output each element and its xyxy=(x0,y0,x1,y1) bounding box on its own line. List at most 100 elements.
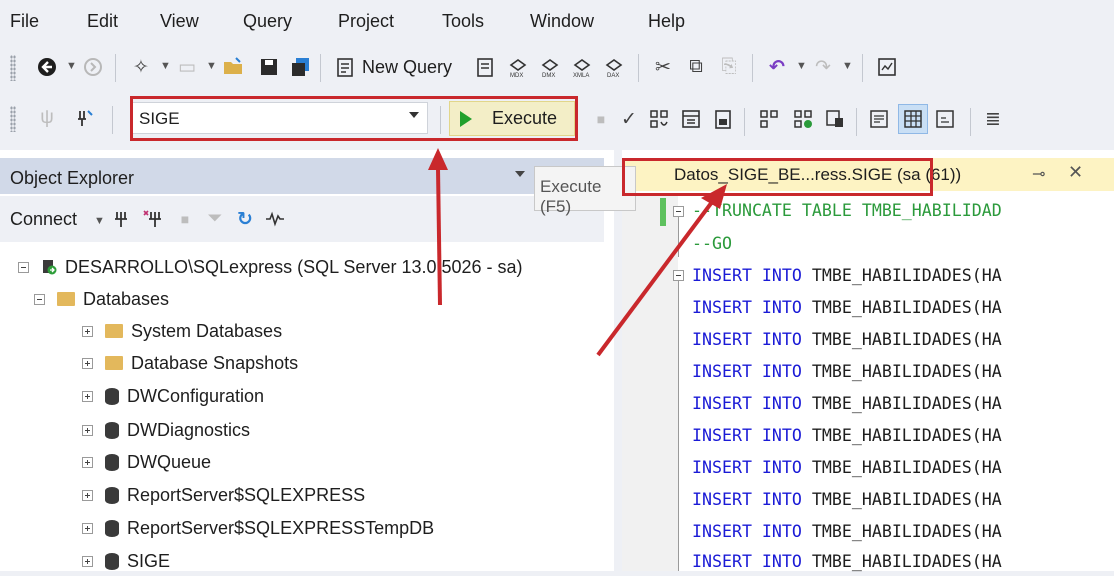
tree-item-label: ReportServer$SQLEXPRESSTempDB xyxy=(127,517,435,538)
paste-icon[interactable]: ⎘ xyxy=(716,54,742,80)
save-icon[interactable] xyxy=(256,54,282,80)
fold-toggle-icon[interactable] xyxy=(673,270,684,281)
connect-plug-icon[interactable] xyxy=(108,206,134,232)
svg-text:DAX: DAX xyxy=(607,73,619,78)
connect-icon[interactable]: ψ xyxy=(34,105,60,131)
back-dropdown-icon[interactable]: ▼ xyxy=(66,60,77,72)
display-estimated-plan-icon[interactable] xyxy=(646,106,672,132)
forward-icon[interactable] xyxy=(80,54,106,80)
results-to-file-icon[interactable] xyxy=(932,106,958,132)
change-connection-icon[interactable] xyxy=(72,105,98,131)
menu-edit[interactable]: Edit xyxy=(87,11,118,32)
chevron-down-icon[interactable] xyxy=(409,112,419,118)
copy-icon[interactable]: ⧉ xyxy=(683,54,709,80)
tree-item-dwconfiguration[interactable]: DWConfiguration xyxy=(82,381,264,411)
menu-window[interactable]: Window xyxy=(530,11,594,32)
redo-icon[interactable]: ↷ xyxy=(810,54,836,80)
menu-view[interactable]: View xyxy=(160,11,199,32)
activity-monitor-icon[interactable] xyxy=(262,206,288,232)
connect-dropdown-icon[interactable]: ▼ xyxy=(94,215,105,227)
stop-icon[interactable]: ■ xyxy=(172,206,198,232)
redo-dropdown-icon[interactable]: ▼ xyxy=(842,60,853,72)
tree-item-system-databases[interactable]: System Databases xyxy=(82,316,282,346)
execute-tooltip: Execute (F5) xyxy=(534,166,636,216)
filter-icon[interactable]: ⏷ xyxy=(202,206,228,232)
tree-item-databases[interactable]: Databases xyxy=(34,284,169,314)
xmla-query-icon[interactable]: XMLA xyxy=(569,54,595,80)
activity-monitor-icon[interactable] xyxy=(874,54,900,80)
menu-tools[interactable]: Tools xyxy=(442,11,484,32)
available-databases-select[interactable]: SIGE xyxy=(130,102,428,134)
add-item-dropdown-icon[interactable]: ▼ xyxy=(206,60,217,72)
expand-toggle-icon[interactable] xyxy=(82,325,93,337)
new-project-dropdown-icon[interactable]: ▼ xyxy=(160,60,171,72)
execute-button[interactable]: Execute xyxy=(449,101,575,136)
expand-toggle-icon[interactable] xyxy=(82,489,93,501)
live-query-statistics-icon[interactable] xyxy=(790,106,816,132)
database-engine-query-icon[interactable] xyxy=(472,54,498,80)
back-icon[interactable] xyxy=(34,54,60,80)
code-comment: --GO xyxy=(692,234,732,253)
save-all-icon[interactable] xyxy=(288,54,314,80)
tree-item-reportserver[interactable]: ReportServer$SQLEXPRESS xyxy=(82,480,365,510)
new-project-icon[interactable]: ✧ xyxy=(128,54,154,80)
close-icon[interactable]: ✕ xyxy=(1068,162,1083,183)
menu-query[interactable]: Query xyxy=(243,11,292,32)
comment-lines-icon[interactable]: ≣ xyxy=(980,106,1006,132)
expand-toggle-icon[interactable] xyxy=(82,357,93,369)
expand-toggle-icon[interactable] xyxy=(82,424,93,436)
tree-item-sige[interactable]: SIGE xyxy=(82,546,170,576)
connect-button[interactable]: Connect xyxy=(10,209,77,230)
undo-dropdown-icon[interactable]: ▼ xyxy=(796,60,807,72)
cut-icon[interactable]: ✂ xyxy=(650,54,676,80)
new-query-button[interactable]: New Query xyxy=(362,57,452,78)
parse-checkmark-icon[interactable]: ✓ xyxy=(616,106,642,132)
database-icon xyxy=(105,387,119,405)
code-keyword: INSERT INTO xyxy=(692,458,802,477)
menu-project[interactable]: Project xyxy=(338,11,394,32)
code-line: --TRUNCATE TABLE TMBE_HABILIDAD xyxy=(692,201,1002,220)
code-keyword: INSERT INTO xyxy=(692,266,802,285)
expand-toggle-icon[interactable] xyxy=(82,390,93,402)
expand-toggle-icon[interactable] xyxy=(82,456,93,468)
cancel-query-icon[interactable]: ■ xyxy=(588,106,614,132)
query-options-icon[interactable] xyxy=(678,106,704,132)
tree-item-dwqueue[interactable]: DWQueue xyxy=(82,447,211,477)
toolbar-grip[interactable] xyxy=(10,55,16,81)
code-keyword: INSERT INTO xyxy=(692,298,802,317)
collapse-toggle-icon[interactable] xyxy=(34,293,45,305)
disconnect-icon[interactable] xyxy=(140,206,166,232)
expand-toggle-icon[interactable] xyxy=(82,522,93,534)
undo-icon[interactable]: ↶ xyxy=(764,54,790,80)
tree-item-label: DWQueue xyxy=(127,451,212,472)
results-to-text-icon[interactable] xyxy=(866,106,892,132)
intellisense-icon[interactable] xyxy=(710,106,736,132)
tree-item-dwdiagnostics[interactable]: DWDiagnostics xyxy=(82,415,250,445)
fold-toggle-icon[interactable] xyxy=(673,206,684,217)
tree-item-reportserver-tempdb[interactable]: ReportServer$SQLEXPRESSTempDB xyxy=(82,513,434,543)
code-keyword: INSERT INTO xyxy=(692,522,802,541)
results-to-grid-icon[interactable] xyxy=(898,104,928,134)
code-line: INSERT INTO TMBE_HABILIDADES(HA xyxy=(692,330,1002,349)
mdx-query-icon[interactable]: MDX xyxy=(505,54,531,80)
tree-item-database-snapshots[interactable]: Database Snapshots xyxy=(82,348,298,378)
panel-menu-chevron-icon[interactable] xyxy=(515,171,525,177)
expand-toggle-icon[interactable] xyxy=(82,555,93,567)
pin-icon[interactable]: ⊸ xyxy=(1032,164,1045,184)
include-actual-plan-icon[interactable] xyxy=(756,106,782,132)
refresh-icon[interactable]: ↻ xyxy=(232,206,258,232)
tree-item-label: DWDiagnostics xyxy=(127,419,251,440)
menu-file[interactable]: File xyxy=(10,11,39,32)
menu-help[interactable]: Help xyxy=(648,11,685,32)
new-query-icon[interactable] xyxy=(332,54,358,80)
folder-icon xyxy=(57,292,75,306)
client-statistics-icon[interactable] xyxy=(822,106,848,132)
code-line: INSERT INTO TMBE_HABILIDADES(HA xyxy=(692,266,1002,285)
tree-server-node[interactable]: DESARROLLO\SQLexpress (SQL Server 13.0.5… xyxy=(18,252,523,282)
add-item-icon[interactable]: ▭ xyxy=(174,54,200,80)
collapse-toggle-icon[interactable] xyxy=(18,261,29,273)
dax-query-icon[interactable]: DAX xyxy=(601,54,627,80)
dmx-query-icon[interactable]: DMX xyxy=(537,54,563,80)
toolbar-grip[interactable] xyxy=(10,106,16,132)
open-folder-icon[interactable] xyxy=(220,54,246,80)
